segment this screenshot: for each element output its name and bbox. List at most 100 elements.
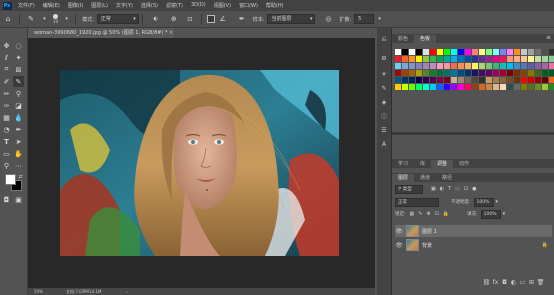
brush-tool-icon[interactable]: ✏	[1, 88, 12, 99]
align-icon[interactable]: ⊡	[185, 14, 195, 24]
color-swatch[interactable]	[472, 56, 478, 62]
color-swatch[interactable]	[444, 84, 450, 90]
add-mask-icon[interactable]: ◘	[500, 279, 509, 286]
move-tool-icon[interactable]: ✥	[1, 40, 12, 51]
color-swatch[interactable]	[458, 77, 464, 83]
color-swatch[interactable]	[507, 70, 513, 76]
pen-tool-icon[interactable]: ✒	[13, 124, 24, 135]
color-swatch[interactable]	[444, 70, 450, 76]
color-swatch[interactable]	[542, 49, 548, 55]
color-swatch[interactable]	[472, 49, 478, 55]
color-swatch[interactable]	[507, 84, 513, 90]
color-swatch[interactable]	[549, 49, 554, 55]
color-swatch[interactable]	[451, 56, 457, 62]
color-swatch[interactable]	[395, 56, 401, 62]
menu-item[interactable]: 选择(S)	[137, 2, 162, 9]
color-swatch[interactable]	[486, 56, 492, 62]
lock-image-icon[interactable]: ✎	[418, 211, 422, 217]
document-image[interactable]	[60, 70, 339, 256]
color-swatch[interactable]	[416, 70, 422, 76]
menu-item[interactable]: 帮助(H)	[262, 2, 288, 9]
color-swatch[interactable]	[514, 70, 520, 76]
color-swatch[interactable]	[430, 77, 436, 83]
color-swatch[interactable]	[500, 84, 506, 90]
color-swatch[interactable]	[486, 70, 492, 76]
filter-smart-object-icon[interactable]: ⊡	[464, 186, 468, 192]
color-swatch[interactable]	[528, 70, 534, 76]
color-swatch[interactable]	[465, 63, 471, 69]
color-swatch[interactable]	[395, 77, 401, 83]
filter-pixel-icon[interactable]: ▣	[431, 186, 436, 192]
color-swatch[interactable]	[423, 84, 429, 90]
color-swatch[interactable]	[451, 84, 457, 90]
color-swatch[interactable]	[514, 49, 520, 55]
adjustment-icon[interactable]: ◎	[323, 14, 333, 24]
info-icon[interactable]: ⓘ	[380, 112, 388, 121]
sample-type-icon[interactable]: ◐	[149, 14, 163, 24]
swap-colors-icon[interactable]: ⇄	[15, 171, 26, 182]
color-swatch[interactable]	[549, 84, 554, 90]
color-swatch[interactable]	[437, 63, 443, 69]
color-swatch[interactable]	[514, 84, 520, 90]
color-swatch[interactable]	[423, 70, 429, 76]
color-swatch[interactable]	[528, 77, 534, 83]
color-swatch[interactable]	[493, 70, 499, 76]
color-swatch[interactable]	[451, 77, 457, 83]
color-swatch[interactable]	[493, 49, 499, 55]
history-icon[interactable]: ⎌	[380, 36, 388, 44]
color-swatch[interactable]	[521, 63, 527, 69]
blend-mode-select[interactable]: 正常	[395, 197, 439, 207]
tab-panel[interactable]: 调整	[431, 160, 454, 168]
filter-adjustment-icon[interactable]: ◐	[440, 186, 444, 192]
color-swatch[interactable]	[458, 56, 464, 62]
color-swatch[interactable]	[542, 70, 548, 76]
color-swatch[interactable]	[507, 63, 513, 69]
color-swatch[interactable]	[521, 49, 527, 55]
home-icon[interactable]: ⌂	[3, 14, 13, 24]
eraser-tool-icon[interactable]: ◪	[13, 100, 24, 111]
chevron-down-icon[interactable]: ▾	[503, 211, 506, 217]
close-icon[interactable]: ×	[169, 28, 177, 38]
color-swatch[interactable]	[465, 56, 471, 62]
color-swatch[interactable]	[507, 77, 513, 83]
menu-item[interactable]: 窗口(W)	[235, 2, 262, 9]
color-swatch[interactable]	[416, 56, 422, 62]
menu-item[interactable]: 文字(Y)	[112, 2, 137, 9]
glyphs-icon[interactable]: A	[380, 140, 388, 148]
filter-type-icon[interactable]: T	[448, 186, 451, 192]
new-layer-icon[interactable]: ⊞	[527, 279, 536, 286]
color-swatch[interactable]	[416, 77, 422, 83]
spread-select[interactable]: 5	[354, 14, 375, 24]
color-swatch[interactable]	[465, 70, 471, 76]
menu-item[interactable]: 视图(V)	[210, 2, 235, 9]
tab-swatch-panel[interactable]: 色板	[414, 35, 437, 43]
color-swatch[interactable]	[535, 70, 541, 76]
eyedropper-tool-icon[interactable]: ✐	[1, 76, 12, 87]
color-swatch[interactable]	[395, 63, 401, 69]
layer-name[interactable]: 背景	[422, 242, 432, 249]
new-group-icon[interactable]: ▭	[518, 279, 527, 286]
color-swatch[interactable]	[451, 49, 457, 55]
panel-menu-icon[interactable]: ≡	[546, 34, 551, 41]
layer-name[interactable]: 图层 1	[422, 228, 437, 235]
opacity-input[interactable]: 100%	[473, 197, 494, 207]
color-swatch[interactable]	[521, 70, 527, 76]
color-swatch[interactable]	[430, 70, 436, 76]
layer-filter-select[interactable]: ⚲ 类型	[395, 184, 423, 194]
color-swatch[interactable]	[465, 49, 471, 55]
blur-tool-icon[interactable]: 💧	[13, 112, 24, 123]
gradient-tool-icon[interactable]: ▦	[1, 112, 12, 123]
swatch-dropper-icon[interactable]: ✎	[380, 84, 388, 92]
color-swatch[interactable]	[423, 63, 429, 69]
color-swatch[interactable]	[507, 56, 513, 62]
menu-item[interactable]: 文件(F)	[14, 2, 39, 9]
pressure-icon[interactable]: ✒	[237, 14, 247, 24]
filter-shape-icon[interactable]: ▭	[455, 186, 460, 192]
chevron-down-icon[interactable]: ▾	[42, 14, 47, 24]
color-swatch[interactable]	[479, 77, 485, 83]
color-swatch[interactable]	[535, 84, 541, 90]
color-swatch[interactable]	[444, 77, 450, 83]
color-swatch[interactable]	[430, 63, 436, 69]
layer-row[interactable]: 👁 图层 1	[395, 225, 552, 237]
color-swatch[interactable]	[528, 56, 534, 62]
